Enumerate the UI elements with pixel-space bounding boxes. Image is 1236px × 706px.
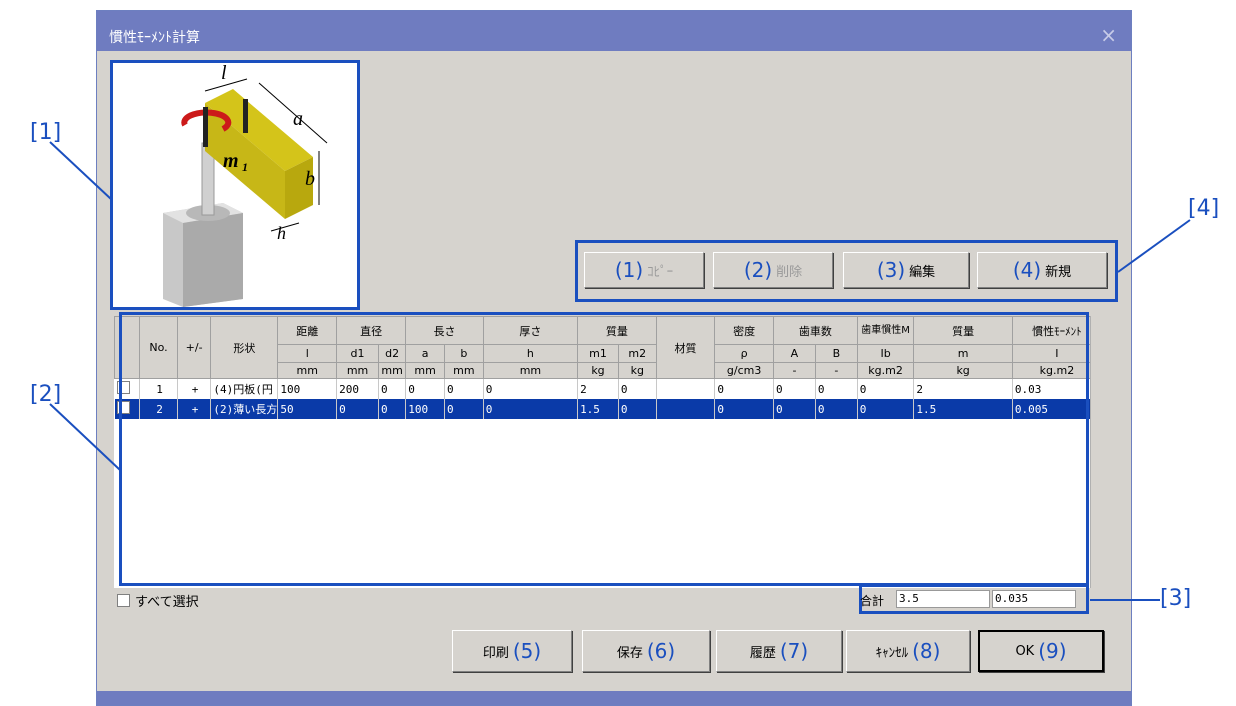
new-button[interactable]: (4) 新規 bbox=[977, 252, 1107, 288]
print-button-label: 印刷 bbox=[482, 645, 509, 661]
ok-button-num: (9) bbox=[1038, 639, 1067, 663]
save-button[interactable]: 保存 (6) bbox=[582, 630, 710, 672]
total-inertia-field: 0.035 bbox=[992, 590, 1076, 608]
title-bar[interactable]: 慣性ﾓｰﾒﾝﾄ計算 × bbox=[97, 11, 1131, 51]
new-button-label: 新規 bbox=[1045, 264, 1072, 280]
history-button-label: 履歴 bbox=[749, 645, 776, 661]
label-b: b bbox=[305, 168, 315, 190]
grid-scrollbar[interactable] bbox=[1090, 316, 1103, 588]
shape-diagram: l a b h m 1 bbox=[163, 62, 328, 307]
cancel-button-label: ｷｬﾝｾﾙ bbox=[875, 645, 909, 661]
delete-button[interactable]: (2) 削除 bbox=[713, 252, 833, 288]
history-button-num: (7) bbox=[779, 639, 809, 663]
base-block-side bbox=[183, 213, 243, 307]
total-mass-field: 3.5 bbox=[896, 590, 990, 608]
delete-button-label: 削除 bbox=[776, 264, 803, 280]
shape-diagram-panel: l a b h m 1 bbox=[110, 60, 360, 310]
select-all-label: すべて選択 bbox=[135, 595, 199, 610]
save-button-num: (6) bbox=[646, 639, 676, 663]
print-button[interactable]: 印刷 (5) bbox=[452, 630, 572, 672]
edit-button-label: 編集 bbox=[909, 264, 936, 280]
edit-button-num: (3) bbox=[876, 258, 906, 282]
copy-button-label: ｺﾋﾟｰ bbox=[647, 264, 674, 280]
status-strip bbox=[97, 691, 1131, 705]
copy-button[interactable]: (1) ｺﾋﾟｰ bbox=[584, 252, 704, 288]
label-h: h bbox=[277, 223, 286, 243]
pin-2 bbox=[243, 99, 248, 133]
close-icon[interactable]: × bbox=[1100, 23, 1117, 47]
label-l: l bbox=[221, 63, 227, 84]
select-all-checkbox[interactable] bbox=[117, 594, 130, 607]
pin-1 bbox=[203, 107, 208, 147]
label-a: a bbox=[293, 108, 303, 130]
new-button-num: (4) bbox=[1012, 258, 1042, 282]
callout-2: [2] bbox=[30, 382, 62, 407]
history-button[interactable]: 履歴 (7) bbox=[716, 630, 842, 672]
cancel-button-num: (8) bbox=[912, 639, 941, 663]
cancel-button[interactable]: ｷｬﾝｾﾙ (8) bbox=[846, 630, 970, 672]
copy-button-num: (1) bbox=[614, 258, 644, 282]
delete-button-num: (2) bbox=[743, 258, 773, 282]
print-button-num: (5) bbox=[512, 639, 542, 663]
label-m-sub: 1 bbox=[242, 160, 248, 174]
edit-button[interactable]: (3) 編集 bbox=[843, 252, 969, 288]
save-button-label: 保存 bbox=[616, 645, 643, 661]
dialog-title: 慣性ﾓｰﾒﾝﾄ計算 bbox=[109, 30, 200, 46]
totals-label: 合計 bbox=[860, 594, 885, 608]
ok-button-label: OK bbox=[1015, 643, 1035, 659]
label-m: m bbox=[223, 150, 239, 172]
callout-4: [4] bbox=[1188, 196, 1220, 221]
ok-button[interactable]: OK (9) bbox=[978, 630, 1104, 672]
callout-1: [1] bbox=[30, 120, 62, 145]
callout-3: [3] bbox=[1160, 586, 1192, 611]
grid-frame bbox=[119, 312, 1089, 586]
